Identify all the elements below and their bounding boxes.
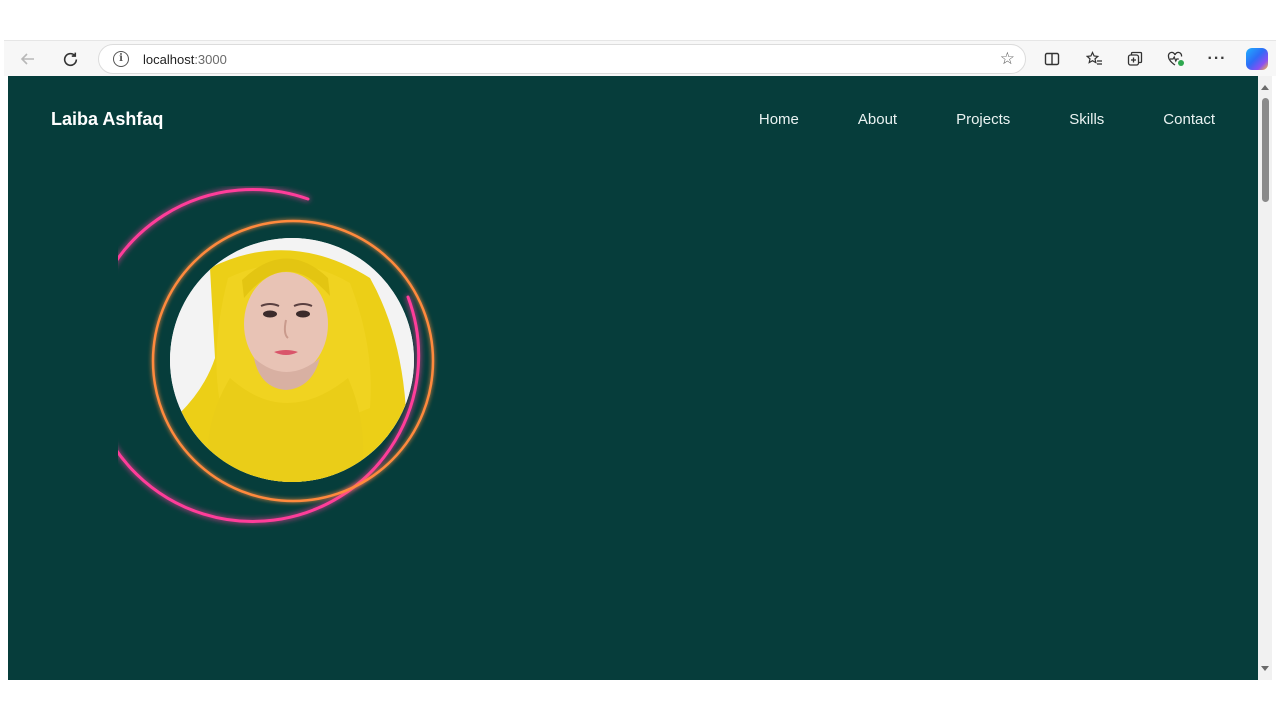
page-viewport: Laiba Ashfaq Home About Projects Skills … — [8, 76, 1258, 680]
more-icon: ··· — [1207, 50, 1227, 67]
scroll-down-icon[interactable] — [1261, 666, 1269, 671]
address-bar[interactable]: i localhost:3000 ☆ — [98, 44, 1026, 74]
back-arrow-icon — [20, 53, 34, 65]
browser-essentials-icon — [1167, 51, 1184, 66]
url-text: localhost:3000 — [143, 52, 227, 67]
browser-toolbar: i localhost:3000 ☆ ··· — [4, 40, 1276, 76]
main-nav: Home About Projects Skills Contact — [700, 111, 1215, 128]
nav-about[interactable]: About — [858, 111, 897, 128]
profile-photo-illustration — [170, 238, 414, 482]
nav-skills[interactable]: Skills — [1069, 111, 1104, 128]
nav-contact[interactable]: Contact — [1163, 111, 1215, 128]
favorites-icon — [1085, 51, 1102, 65]
page-scrollbar[interactable] — [1258, 76, 1272, 680]
nav-projects[interactable]: Projects — [956, 111, 1010, 128]
site-brand[interactable]: Laiba Ashfaq — [51, 109, 163, 130]
nav-home[interactable]: Home — [759, 111, 799, 128]
back-button[interactable] — [14, 47, 42, 71]
collections-icon — [1127, 51, 1143, 66]
profile-photo — [170, 238, 414, 482]
split-screen-button[interactable] — [1038, 47, 1066, 71]
browser-essentials-button[interactable] — [1162, 47, 1190, 71]
more-button[interactable]: ··· — [1203, 47, 1231, 71]
scroll-up-icon[interactable] — [1261, 85, 1269, 90]
scroll-thumb[interactable] — [1262, 98, 1269, 202]
browser-window: i localhost:3000 ☆ ··· Laiba Ashfaq Home… — [0, 0, 1280, 720]
reload-button[interactable] — [56, 47, 84, 71]
collections-button[interactable] — [1121, 47, 1149, 71]
copilot-icon[interactable] — [1246, 48, 1268, 70]
reload-icon — [63, 52, 77, 66]
favorite-star-icon[interactable]: ☆ — [1000, 49, 1015, 69]
site-info-icon[interactable]: i — [113, 51, 129, 67]
split-screen-icon — [1044, 52, 1060, 66]
favorites-button[interactable] — [1080, 47, 1108, 71]
